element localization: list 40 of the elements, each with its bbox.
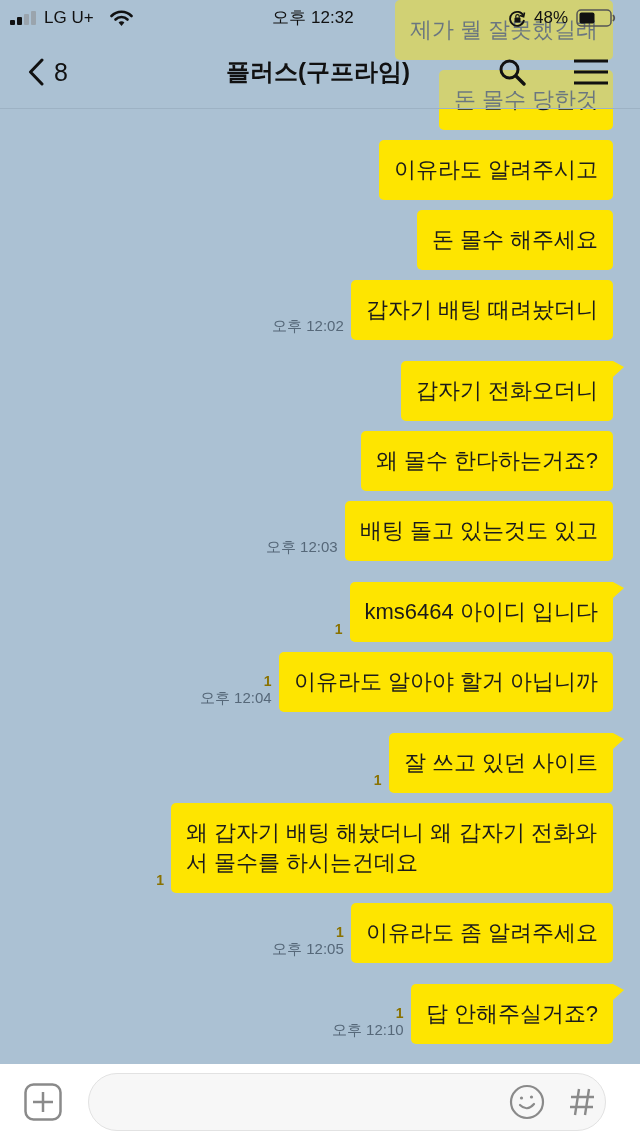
- smiley-icon: [509, 1084, 545, 1120]
- wifi-icon: [109, 9, 133, 27]
- message-bubble: 돈 몰수 해주세요: [416, 210, 613, 270]
- chat-title: 플러스(구프라임): [226, 57, 410, 87]
- message-time: 오후 12:04: [199, 689, 272, 707]
- emoticon-button[interactable]: [509, 1084, 545, 1120]
- unread-count: 1: [373, 772, 382, 788]
- add-button[interactable]: [24, 1083, 62, 1121]
- message-time: 오후 12:03: [265, 538, 338, 556]
- clock-time: 오후 12:32: [272, 7, 354, 30]
- unread-count: 1: [395, 1005, 404, 1021]
- menu-icon: [574, 59, 608, 85]
- message-bubble: 잘 쓰고 있던 사이트: [388, 733, 613, 793]
- plus-icon: [24, 1083, 62, 1121]
- message-bubble: 갑자기 전화오더니: [400, 361, 613, 421]
- message-bubble: 갑자기 배팅 때려놨더니: [350, 280, 613, 340]
- unread-count: 1: [335, 924, 344, 940]
- hashtag-button[interactable]: [569, 1088, 595, 1116]
- back-button[interactable]: 8: [28, 58, 68, 86]
- message-bubble: 왜 몰수 한다하는거죠?: [360, 431, 613, 491]
- message-bubble: 이유라도 알려주시고: [378, 140, 613, 200]
- search-button[interactable]: [498, 58, 526, 86]
- message-time: 오후 12:10: [331, 1021, 404, 1039]
- message-bubble: 답 안해주실거죠?: [410, 984, 613, 1044]
- message-bubble: 이유라도 좀 알려주세요: [350, 903, 613, 963]
- hash-icon: [569, 1088, 595, 1116]
- unread-count: 1: [334, 621, 343, 637]
- back-chevron-icon: [28, 58, 44, 86]
- carrier-name: LG U+: [44, 7, 94, 30]
- message-time: 오후 12:05: [272, 940, 344, 958]
- menu-button[interactable]: [574, 59, 608, 85]
- message-bubble: 배팅 돌고 있는것도 있고: [344, 501, 613, 561]
- message-time: 오후 12:02: [272, 317, 344, 335]
- unread-count: 1: [263, 673, 272, 689]
- message-bubble: kms6464 아이디 입니다: [349, 582, 613, 642]
- message-bubble: 이유라도 알아야 할거 아닙니까: [278, 652, 613, 712]
- unread-count: 1: [156, 872, 164, 888]
- search-icon: [498, 58, 526, 86]
- signal-icon: [10, 11, 36, 25]
- message-bubble: 왜 갑자기 배팅 해놨더니 왜 갑자기 전화와서 몰수를 하시는건데요: [171, 803, 613, 893]
